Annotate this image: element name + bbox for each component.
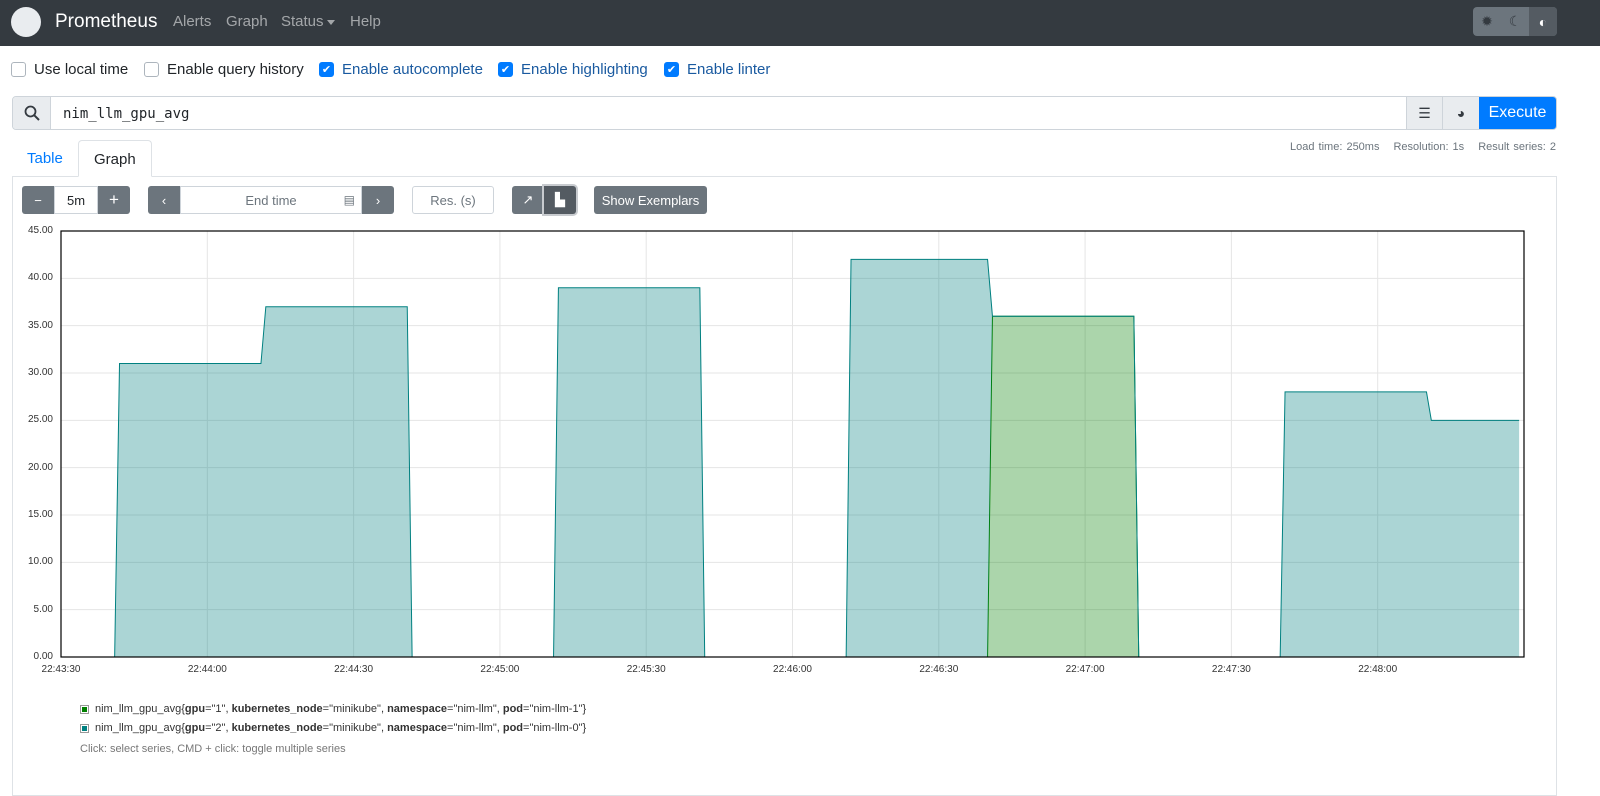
enable-highlighting-checkbox[interactable]: ✔ Enable highlighting [498,61,648,78]
range-input[interactable]: 5m [54,186,98,214]
y-tick-label: 0.00 [33,651,53,662]
enable-query-history-checkbox[interactable]: Enable query history [144,61,304,78]
label-value: nim-llm-0 [533,722,579,734]
nav-status[interactable]: Status [281,13,335,30]
x-tick-label: 22:44:00 [187,664,227,675]
legend-hint: Click: select series, CMD + click: toggl… [80,743,346,755]
checkbox-label: Use local time [34,61,129,78]
series-color-swatch [80,704,89,714]
tab-graph[interactable]: Graph [78,140,152,177]
chevron-left-icon[interactable]: ‹ [148,186,180,214]
x-tick-label: 22:46:00 [773,664,812,675]
series-color-swatch [80,723,89,733]
execute-button[interactable]: Execute [1479,97,1556,129]
decrease-range-button[interactable]: − [22,186,54,214]
checkbox-label: Enable query history [167,61,304,78]
navbar: Prometheus Alerts Graph Status Help ✹ ☾ … [0,0,1600,46]
query-input[interactable]: nim_llm_gpu_avg [51,97,1406,129]
checkbox-label: Enable autocomplete [342,61,483,78]
label-value: minikube [333,703,378,715]
gear-icon[interactable]: ✹ [1473,7,1501,36]
check-icon[interactable]: ✔ [319,62,334,77]
label-value: nim-llm-1 [533,703,579,715]
x-tick-label: 22:43:30 [41,664,81,675]
metrics-explorer-globe-icon[interactable]: ◕ [1442,97,1479,129]
stacked-chart-icon[interactable]: ▙ [544,186,576,214]
caret-down-icon [326,19,335,25]
y-tick-label: 10.00 [27,556,53,568]
line-chart-icon[interactable]: ↗ [512,186,544,214]
label-value: minikube [333,722,378,734]
nav-help[interactable]: Help [350,13,381,30]
label-name: gpu [184,722,206,734]
check-icon[interactable]: ✔ [664,62,679,77]
label-value: 1 [215,703,222,715]
nav-alerts[interactable]: Alerts [173,13,211,30]
x-tick-label: 22:47:00 [1065,664,1105,675]
y-tick-label: 15.00 [27,509,53,520]
format-expression-icon[interactable]: ☰ [1406,97,1442,129]
half-circle-icon[interactable]: ◐ [1529,7,1557,36]
label-name: gpu [184,703,206,715]
legend-item[interactable]: nim_llm_gpu_avg{gpu =" 1 ", kubernetes_node… [80,703,586,715]
y-tick-label: 45.00 [27,225,53,236]
x-tick-label: 22:48:00 [1358,664,1398,675]
query-stats: Load time: 250ms Resolution: 1s Result ser… [1276,141,1556,153]
resolution-input[interactable]: Res. (s) [412,186,494,214]
show-exemplars-button[interactable]: Show Exemplars [594,186,707,214]
query-bar: nim_llm_gpu_avg ☰ ◕ Execute [12,96,1557,130]
y-tick-label: 30.00 [27,367,53,378]
y-tick-label: 20.00 [27,461,53,473]
increase-range-button[interactable]: + [98,186,130,214]
label-value: 2 [215,722,222,734]
tab-table[interactable]: Table [12,140,78,177]
y-tick-label: 5.00 [33,603,53,615]
brand[interactable]: Prometheus [55,11,157,33]
checkbox-label: Enable highlighting [521,61,648,78]
legend-metric: nim_llm_gpu_avg [95,703,182,715]
label-name: namespace [387,722,448,734]
label-name: namespace [387,703,448,715]
x-tick-label: 22:45:30 [626,664,666,675]
nav-status-label: Status [281,13,324,30]
resolution: Resolution: 1s [1393,141,1465,153]
enable-linter-checkbox[interactable]: ✔ Enable linter [664,61,770,78]
enable-autocomplete-checkbox[interactable]: ✔ Enable autocomplete [319,61,483,78]
y-tick-label: 35.00 [27,319,53,331]
label-name: kubernetes_node [231,722,323,734]
moon-icon[interactable]: ☾ [1501,7,1529,36]
label-name: kubernetes_node [231,703,323,715]
label-value: nim-llm [457,722,493,734]
search-icon [13,97,51,129]
checkbox-label: Enable linter [687,61,771,78]
use-local-time-checkbox[interactable]: Use local time [11,61,128,78]
x-tick-label: 22:47:30 [1211,664,1251,675]
y-tick-label: 40.00 [27,272,53,284]
checkbox-box[interactable] [144,62,159,77]
x-tick-label: 22:45:00 [480,664,520,675]
label-name: pod [502,722,524,734]
label-name: pod [502,703,524,715]
end-time-input[interactable]: End time ▤ [180,186,362,214]
theme-toggle: ✹ ☾ ◐ [1473,7,1557,36]
checkbox-box[interactable] [11,62,26,77]
legend-metric: nim_llm_gpu_avg [95,722,182,734]
x-tick-label: 22:44:30 [334,664,374,675]
label-value: nim-llm [457,703,493,715]
y-tick-label: 25.00 [27,414,53,426]
nav-graph[interactable]: Graph [226,13,268,30]
load-time: Load time: 250ms [1290,141,1380,153]
legend-item[interactable]: nim_llm_gpu_avg{gpu =" 2 ", kubernetes_node… [80,722,586,734]
prometheus-logo-icon[interactable] [11,7,41,37]
result-series: Result series: 2 [1478,141,1556,153]
calendar-icon[interactable]: ▤ [344,193,355,207]
end-time-placeholder: End time [245,192,297,208]
chevron-right-icon[interactable]: › [362,186,394,214]
x-tick-label: 22:46:30 [919,664,959,675]
check-icon[interactable]: ✔ [498,62,513,77]
